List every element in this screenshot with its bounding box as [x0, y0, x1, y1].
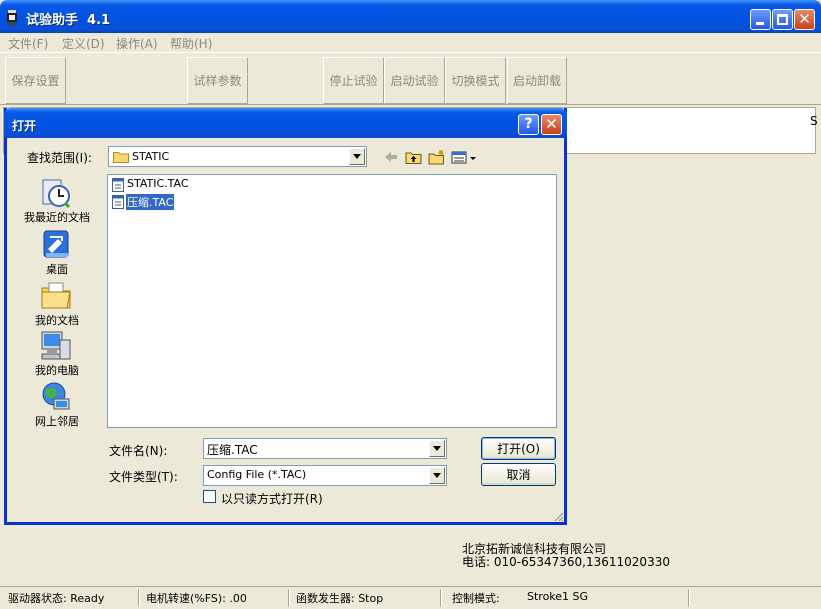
back-arrow-icon[interactable]	[383, 149, 399, 165]
dialog-close-button[interactable]: ✕	[541, 114, 562, 135]
resize-grip-icon[interactable]	[552, 510, 564, 522]
recent-documents-icon[interactable]	[40, 177, 72, 209]
view-menu-icon[interactable]	[451, 149, 477, 165]
place-recent-documents[interactable]: 我最近的文档	[18, 209, 96, 225]
close-icon: ✕	[798, 10, 811, 28]
place-desktop[interactable]: 桌面	[18, 261, 96, 277]
desktop-icon[interactable]	[40, 229, 72, 261]
file-type-label: 文件类型(T):	[109, 470, 178, 484]
my-documents-icon[interactable]	[40, 279, 72, 311]
look-in-value: STATIC	[132, 150, 170, 163]
file-name-label: 文件名(N):	[109, 444, 168, 458]
menu-help[interactable]: 帮助(H)	[170, 35, 212, 52]
main-titlebar[interactable]	[0, 0, 821, 33]
maximize-button[interactable]	[772, 9, 793, 30]
status-motor-speed: 电机转速(%FS): .00	[146, 592, 247, 605]
app-icon	[7, 10, 17, 26]
file-name-input[interactable]: 压缩.TAC	[203, 438, 447, 459]
status-separator	[440, 589, 442, 607]
network-places-icon[interactable]	[40, 381, 72, 413]
file-item-name[interactable]: STATIC.TAC	[126, 177, 190, 190]
close-button[interactable]: ✕	[794, 9, 815, 30]
dialog-title: 打开	[12, 119, 37, 133]
specimen-params-button[interactable]: 试样参数	[187, 57, 248, 104]
file-icon	[112, 178, 124, 192]
app-title: 试验助手 4.1	[26, 13, 111, 28]
new-folder-icon[interactable]	[428, 149, 446, 165]
look-in-dropdown-button[interactable]	[349, 148, 365, 165]
look-in-label: 查找范围(I):	[27, 151, 92, 165]
file-item-name-selected[interactable]: 压缩.TAC	[124, 193, 176, 211]
company-phone: 电话: 010-65347360,13611020330	[462, 555, 670, 569]
status-bar	[0, 586, 821, 609]
dialog-help-button[interactable]: ?	[518, 114, 539, 135]
switch-mode-button[interactable]: 切换模式	[445, 57, 506, 104]
status-function-generator: 函数发生器: Stop	[296, 592, 384, 605]
place-network[interactable]: 网上邻居	[18, 413, 96, 429]
close-icon: ✕	[545, 115, 558, 133]
file-icon	[112, 195, 124, 209]
status-separator	[138, 589, 140, 607]
status-separator	[288, 589, 290, 607]
my-computer-icon[interactable]	[40, 330, 72, 362]
up-folder-icon[interactable]	[405, 149, 422, 165]
chevron-down-icon	[353, 154, 361, 159]
start-test-button[interactable]: 启动试验	[384, 57, 445, 104]
file-list[interactable]	[107, 174, 557, 428]
status-control-mode-label: 控制模式:	[452, 592, 500, 605]
readonly-label[interactable]: 以只读方式打开(R)	[221, 490, 323, 507]
menu-define[interactable]: 定义(D)	[62, 35, 105, 52]
chevron-down-icon	[433, 473, 441, 478]
menu-operate[interactable]: 操作(A)	[116, 35, 158, 52]
file-type-select[interactable]: Config File (*.TAC)	[203, 465, 447, 486]
file-type-dropdown-button[interactable]	[429, 467, 445, 484]
file-name-dropdown-button[interactable]	[429, 440, 445, 457]
status-separator	[688, 589, 690, 607]
status-driver: 驱动器状态: Ready	[8, 592, 105, 605]
place-my-documents[interactable]: 我的文档	[18, 312, 96, 328]
dialog-titlebar[interactable]	[4, 108, 567, 138]
minimize-icon	[756, 22, 764, 25]
menu-file[interactable]: 文件(F)	[8, 35, 48, 52]
minimize-button[interactable]	[750, 9, 771, 30]
chevron-down-icon	[433, 446, 441, 451]
readonly-checkbox[interactable]	[203, 490, 216, 503]
maximize-icon	[777, 14, 788, 25]
place-my-computer[interactable]: 我的电脑	[18, 362, 96, 378]
background-panel-text: S	[810, 114, 818, 128]
stop-test-button[interactable]: 停止试验	[323, 57, 384, 104]
save-settings-button[interactable]: 保存设置	[5, 57, 66, 104]
open-button[interactable]: 打开(O)	[481, 437, 556, 460]
cancel-button[interactable]: 取消	[481, 463, 556, 486]
status-control-mode-value: Stroke1 SG	[527, 590, 589, 603]
folder-icon	[113, 152, 129, 163]
start-unload-button[interactable]: 启动卸载	[507, 57, 567, 104]
